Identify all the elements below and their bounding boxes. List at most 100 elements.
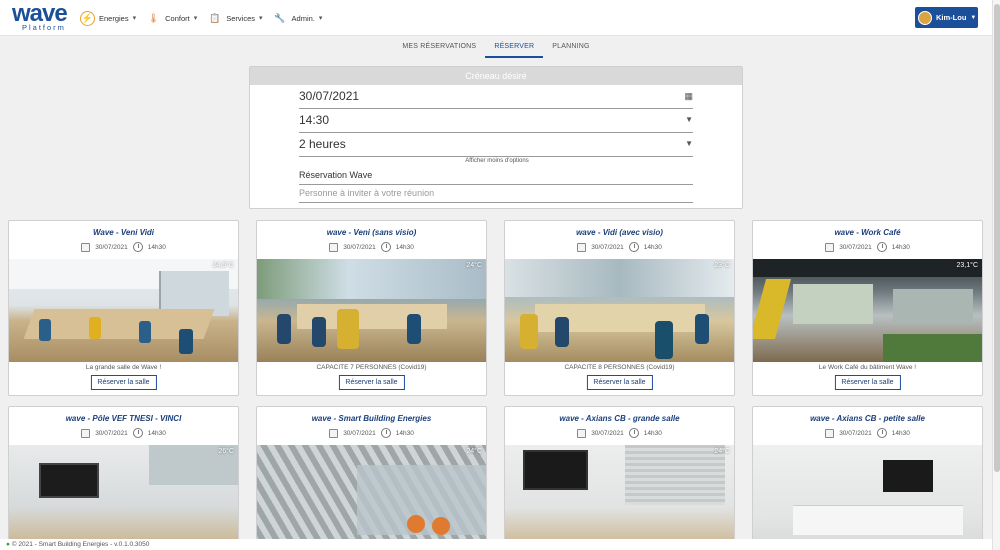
room-title: wave - Work Café (834, 228, 901, 237)
room-date: 30/07/2021 (343, 429, 376, 437)
room-temperature: 23,1°C (956, 262, 978, 269)
room-time: 14h30 (891, 243, 910, 251)
calendar-icon[interactable]: ▦ (684, 91, 693, 102)
room-photo: 24,5°C (9, 259, 238, 362)
scrollbar-thumb[interactable] (994, 4, 1000, 472)
room-photo (753, 445, 982, 548)
chevron-down-icon: ▾ (318, 15, 323, 22)
room-card: wave - Work Café 30/07/2021 14h30 23,1°C… (752, 220, 983, 396)
tab-reserver[interactable]: RÉSERVER (485, 40, 544, 58)
room-card: wave - Vidi (avec visio) 30/07/2021 14h3… (504, 220, 735, 396)
subject-input[interactable]: Réservation Wave (299, 170, 693, 185)
lightning-icon: ⚡ (80, 10, 95, 26)
time-select[interactable]: 14:30 ▼ (299, 113, 693, 133)
room-time: 14h30 (643, 429, 662, 437)
room-meta: 30/07/2021 14h30 (753, 427, 982, 439)
room-photo: 24°C (257, 259, 486, 362)
calendar-icon (825, 242, 835, 252)
room-photo: 23°C (505, 259, 734, 362)
toggle-options-link[interactable]: Afficher moins d'options (250, 158, 744, 164)
menu-admin[interactable]: 🔧 Admin. ▾ (273, 8, 323, 28)
room-meta: 30/07/2021 14h30 (9, 427, 238, 439)
caret-down-icon: ▼ (970, 14, 977, 21)
menu-energies[interactable]: ⚡ Energies ▾ (80, 8, 136, 28)
room-card: wave - Smart Building Energies 30/07/202… (256, 406, 487, 548)
room-time: 14h30 (395, 429, 414, 437)
reserve-room-button[interactable]: Réserver la salle (834, 375, 901, 390)
room-temperature: 24°C (466, 448, 482, 455)
calendar-icon (825, 428, 835, 438)
room-time: 14h30 (147, 243, 166, 251)
room-photo: 26°C (9, 445, 238, 548)
room-date: 30/07/2021 (95, 429, 128, 437)
reserve-room-button[interactable]: Réserver la salle (90, 375, 157, 390)
room-temperature: 24°C (714, 448, 730, 455)
dropdown-arrow-icon: ▼ (685, 115, 693, 124)
menu-confort[interactable]: 🌡 Confort ▾ (146, 8, 197, 28)
room-title: wave - Axians CB - grande salle (559, 414, 680, 423)
footer: ● © 2021 - Smart Building Energies - v.0… (0, 539, 992, 550)
room-title: wave - Axians CB - petite salle (810, 414, 925, 423)
calendar-icon (577, 428, 587, 438)
page-scrollbar[interactable] (992, 0, 1000, 550)
clock-icon (876, 428, 887, 438)
reserve-room-button[interactable]: Réserver la salle (586, 375, 653, 390)
brand-name: wave (12, 0, 68, 27)
time-value: 14:30 (299, 113, 330, 127)
room-meta: 30/07/2021 14h30 (9, 241, 238, 253)
calendar-icon (577, 242, 587, 252)
wifi-icon: ● (6, 541, 10, 548)
tab-planning[interactable]: PLANNING (543, 40, 598, 58)
invite-input[interactable]: Personne à inviter à votre réunion (299, 188, 693, 203)
menu-admin-label: Admin. (291, 13, 315, 23)
duration-select[interactable]: 2 heures ▼ (299, 137, 693, 157)
room-description: La grande salle de Wave ! (85, 364, 162, 371)
room-time: 14h30 (891, 429, 910, 437)
chevron-down-icon: ▾ (193, 15, 198, 22)
clock-icon (876, 242, 887, 252)
room-description: CAPACITE 7 PERSONNES (Covid19) (316, 364, 427, 371)
calendar-icon (329, 242, 339, 252)
duration-value: 2 heures (299, 137, 346, 151)
calendar-icon (81, 428, 91, 438)
wave-logo[interactable]: wave Platform (12, 0, 74, 33)
reservation-form: Créneau désiré 30/07/2021 ▦ 14:30 ▼ 2 he… (249, 66, 743, 209)
menu-services-label: Services (226, 13, 256, 23)
room-photo: 23,1°C (753, 259, 982, 362)
room-card: wave - Axians CB - grande salle 30/07/20… (504, 406, 735, 548)
room-meta: 30/07/2021 14h30 (257, 241, 486, 253)
clock-icon (132, 428, 143, 438)
room-date: 30/07/2021 (343, 243, 376, 251)
clock-icon (380, 242, 391, 252)
date-field[interactable]: 30/07/2021 ▦ (299, 89, 693, 109)
room-card: wave - Veni (sans visio) 30/07/2021 14h3… (256, 220, 487, 396)
room-temperature: 24,5°C (212, 262, 234, 269)
room-date: 30/07/2021 (591, 429, 624, 437)
top-navbar: wave Platform ⚡ Energies ▾ 🌡 Confort ▾ 📋… (0, 0, 992, 36)
reserve-room-button[interactable]: Réserver la salle (338, 375, 405, 390)
menu-services[interactable]: 📋 Services ▾ (207, 8, 262, 28)
room-title: wave - Veni (sans visio) (326, 228, 417, 237)
room-photo: 24°C (505, 445, 734, 548)
clock-icon (380, 428, 391, 438)
room-title: wave - Pôle VEF TNESI - VINCI (65, 414, 182, 423)
tools-icon: 🔧 (274, 12, 286, 23)
main-menu: ⚡ Energies ▾ 🌡 Confort ▾ 📋 Services ▾ 🔧 … (80, 8, 322, 28)
avatar (918, 10, 932, 25)
clipboard-icon: 📋 (209, 12, 221, 23)
thermometer-icon: 🌡 (147, 12, 160, 23)
room-card: wave - Pôle VEF TNESI - VINCI 30/07/2021… (8, 406, 239, 548)
chevron-down-icon: ▾ (132, 15, 137, 22)
room-time: 14h30 (147, 429, 166, 437)
room-temperature: 24°C (466, 262, 482, 269)
room-card: Wave - Veni Vidi 30/07/2021 14h30 24,5°C… (8, 220, 239, 396)
room-meta: 30/07/2021 14h30 (753, 241, 982, 253)
room-temperature: 26°C (218, 448, 234, 455)
room-title: Wave - Veni Vidi (92, 228, 155, 237)
room-meta: 30/07/2021 14h30 (257, 427, 486, 439)
calendar-icon (329, 428, 339, 438)
tab-mes-reservations[interactable]: MES RÉSERVATIONS (393, 40, 485, 58)
calendar-icon (81, 242, 91, 252)
date-value: 30/07/2021 (299, 89, 360, 103)
user-menu-button[interactable]: Kim-Lou ▼ (915, 7, 978, 28)
